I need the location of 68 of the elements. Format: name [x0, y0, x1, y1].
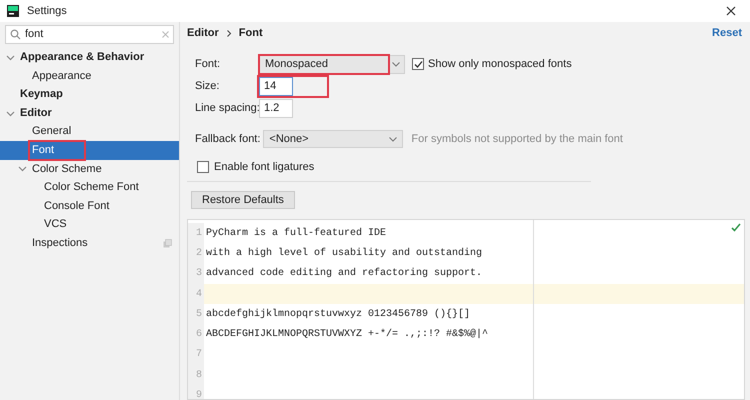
line-number: 1	[188, 223, 204, 244]
tree-item[interactable]: Inspections	[0, 234, 179, 253]
search-icon	[10, 29, 21, 40]
size-field[interactable]: 14	[259, 76, 293, 96]
line-number: 7	[188, 344, 204, 366]
field-label: Font:	[195, 56, 222, 72]
check-status-icon	[731, 223, 741, 232]
clear-icon[interactable]	[162, 31, 169, 38]
tree-item-label: Inspections	[31, 236, 89, 251]
checkbox[interactable]	[412, 58, 424, 70]
search-field[interactable]: font	[5, 25, 174, 44]
line-number: 5	[188, 304, 204, 324]
dropdown-value: Monospaced	[260, 56, 388, 72]
field-label: Size:	[195, 78, 220, 94]
font-preview-editor[interactable]	[187, 219, 745, 400]
search-input[interactable]: font	[25, 26, 158, 43]
reset-link[interactable]: Reset	[712, 24, 742, 42]
tree-item[interactable]: Appearance	[0, 66, 179, 86]
line-number: 2	[188, 243, 204, 264]
app-logo-icon	[7, 5, 19, 17]
checkmark-icon	[414, 60, 422, 68]
code-text: ABCDEFGHIJKLMNOPQRSTUVWXYZ +-*/= .,;:!? #&$%@|^	[205, 328, 488, 342]
tree-item-label: Editor	[19, 106, 53, 121]
code-text: abcdefghijklmnopqrstuvwxyz 0123456789 (){}[]	[205, 308, 470, 322]
font-dropdown[interactable]: Monospaced	[259, 54, 405, 74]
line-spacing-field[interactable]: 1.2	[259, 98, 293, 118]
code-text: advanced code editing and refactoring support.	[205, 266, 482, 282]
line-number: 3	[188, 264, 204, 284]
tree-item[interactable]: General	[0, 122, 179, 141]
tree-item[interactable]: Keymap	[0, 85, 179, 104]
tree-item[interactable]: Font	[0, 140, 179, 160]
tree-item[interactable]: Color Scheme Font	[0, 178, 179, 197]
tree-item-label: General	[31, 124, 72, 140]
checkbox-label: Show only monospaced fonts	[428, 56, 572, 72]
breadcrumb-item[interactable]: Editor	[187, 24, 219, 42]
close-icon	[726, 6, 736, 16]
tree-item[interactable]: Color Scheme	[0, 160, 179, 178]
tree-item-label: Keymap	[19, 87, 64, 102]
checkbox[interactable]	[197, 161, 209, 173]
window-title: Settings	[27, 4, 67, 19]
chevron-icon[interactable]	[6, 52, 15, 62]
line-number: 6	[188, 324, 204, 345]
tree-item[interactable]: Console Font	[0, 196, 179, 216]
line-number: 8	[188, 365, 204, 386]
field-label: Line spacing:	[195, 100, 259, 116]
fallback-font-dropdown[interactable]: <None>	[263, 130, 404, 148]
tree-item-label: Appearance	[31, 68, 92, 84]
tree-item-label: Color Scheme Font	[43, 180, 140, 196]
tree-item[interactable]: Appearance & Behavior	[0, 48, 179, 67]
tree-item-label: Color Scheme	[31, 162, 103, 177]
tree-item-label: VCS	[43, 217, 68, 232]
tree-item-label: Console Font	[43, 198, 110, 214]
checkbox-label: Enable font ligatures	[214, 160, 314, 175]
chevron-icon[interactable]	[18, 164, 27, 174]
restore-defaults-button[interactable]: Restore Defaults	[191, 191, 295, 209]
tree-item-label: Appearance & Behavior	[19, 50, 146, 66]
code-text: with a high level of usability and outstanding	[205, 246, 482, 261]
line-number: 4	[188, 284, 204, 304]
tree-item[interactable]: VCS	[0, 215, 179, 234]
chevron-icon[interactable]	[6, 108, 15, 118]
breadcrumb-item[interactable]: Font	[238, 24, 263, 42]
tree-item-label: Font	[30, 142, 84, 159]
breadcrumb-separator-icon	[226, 30, 232, 36]
code-text: PyCharm is a full-featured IDE	[205, 226, 386, 241]
line-number: 9	[188, 385, 204, 399]
hint-text: For symbols not supported by the main font	[411, 132, 623, 147]
tree-item[interactable]: Editor	[0, 104, 179, 122]
field-label: Fallback font:	[195, 132, 260, 147]
